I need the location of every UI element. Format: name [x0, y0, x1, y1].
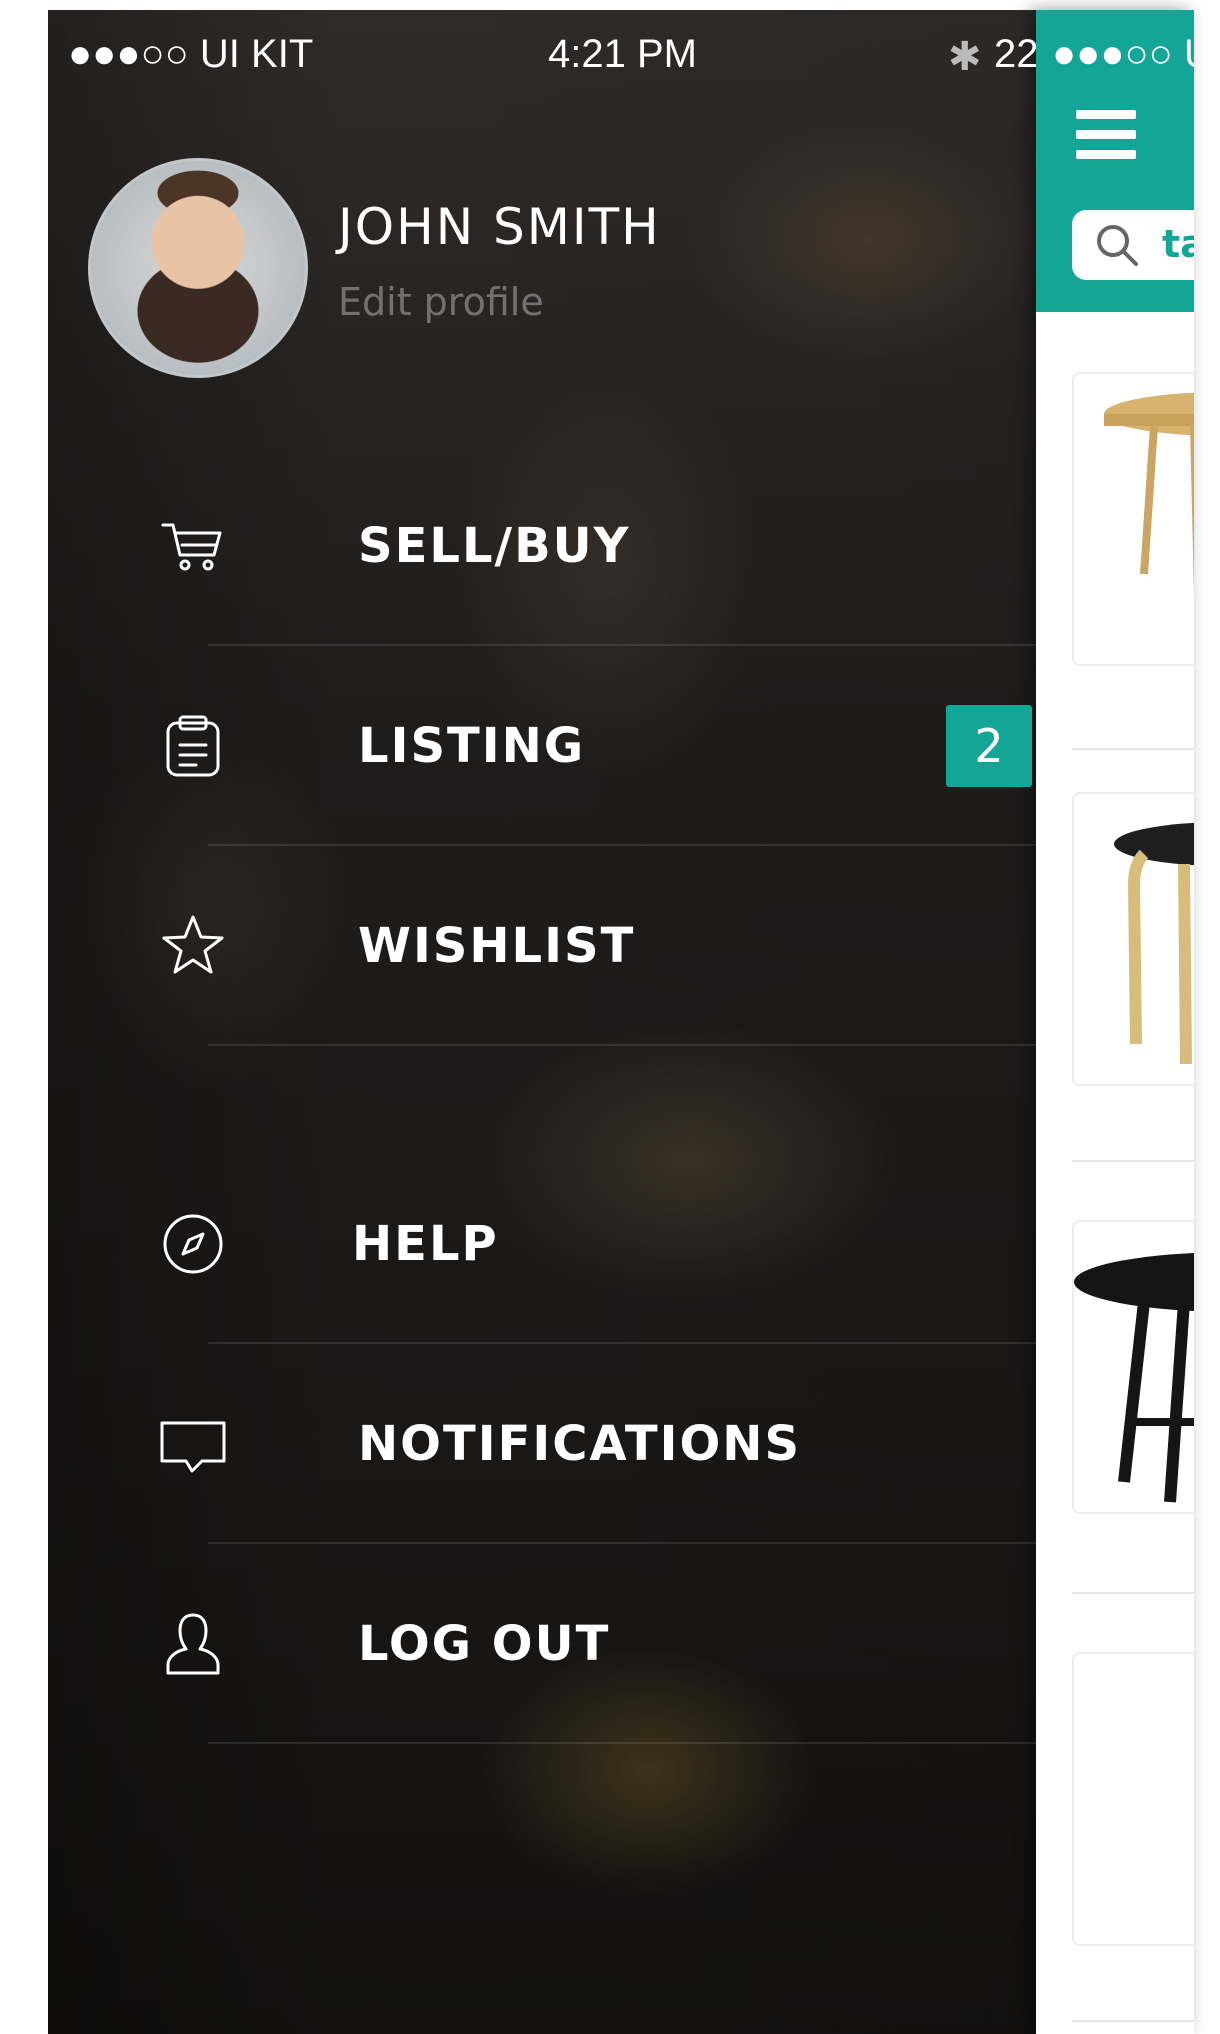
product-card[interactable] — [1072, 1652, 1194, 1946]
menu-item-listing[interactable]: LISTING 2 — [158, 646, 1036, 846]
menu-item-sell-buy[interactable]: SELL/BUY — [158, 446, 1036, 646]
main-header: ●●●○○ U ta — [1036, 10, 1194, 312]
hamburger-menu-icon[interactable] — [1076, 110, 1136, 170]
side-drawer: ●●●○○ UI KIT 4:21 PM ✱ 22 JOHN SMITH Edi… — [48, 10, 1036, 2034]
product-card[interactable] — [1072, 1220, 1194, 1514]
menu-label-log-out: LOG OUT — [358, 1616, 611, 1672]
menu-label-listing: LISTING — [358, 718, 586, 774]
edit-profile-link[interactable]: Edit profile — [338, 280, 544, 324]
product-card[interactable] — [1072, 792, 1194, 1086]
product-image — [1074, 1654, 1194, 1944]
list-divider — [1072, 2020, 1194, 2022]
chat-bubble-icon — [158, 1409, 228, 1479]
profile-name: JOHN SMITH — [338, 198, 661, 256]
search-input[interactable]: ta — [1072, 210, 1194, 280]
menu-item-wishlist[interactable]: WISHLIST — [158, 846, 1036, 1046]
list-divider — [1072, 1592, 1194, 1594]
menu-label-help: HELP — [352, 1216, 499, 1272]
user-icon — [158, 1609, 228, 1679]
product-card[interactable] — [1072, 372, 1194, 666]
battery-label: 22 — [994, 32, 1036, 76]
compass-icon — [158, 1209, 228, 1279]
menu-item-help[interactable]: HELP — [158, 1144, 1036, 1344]
menu-label-notifications: NOTIFICATIONS — [358, 1416, 802, 1472]
clock: 4:21 PM — [548, 32, 697, 76]
product-image — [1104, 392, 1194, 595]
listing-count-badge: 2 — [946, 705, 1032, 787]
menu-label-sell-buy: SELL/BUY — [358, 518, 631, 574]
bluetooth-icon: ✱ — [948, 35, 982, 79]
avatar[interactable] — [88, 158, 308, 378]
product-image — [1114, 822, 1194, 1065]
main-status-bar: ●●●○○ U — [1052, 32, 1194, 76]
list-divider — [1072, 1160, 1194, 1162]
menu-item-log-out[interactable]: LOG OUT — [158, 1544, 1036, 1744]
main-screen-preview[interactable]: ●●●○○ U ta — [1036, 10, 1194, 2034]
menu-divider — [208, 1742, 1036, 1744]
list-divider — [1072, 748, 1194, 750]
menu-item-notifications[interactable]: NOTIFICATIONS — [158, 1344, 1036, 1544]
cart-icon — [158, 511, 228, 581]
search-query: ta — [1162, 222, 1194, 266]
menu-label-wishlist: WISHLIST — [358, 918, 636, 974]
status-bar: ●●●○○ UI KIT 4:21 PM ✱ 22 — [68, 32, 1036, 82]
menu-divider — [208, 1044, 1036, 1046]
carrier-label: ●●●○○ UI KIT — [68, 32, 314, 76]
clipboard-icon — [158, 711, 228, 781]
product-image — [1074, 1252, 1194, 1503]
search-icon — [1092, 220, 1142, 270]
star-icon — [158, 911, 228, 981]
